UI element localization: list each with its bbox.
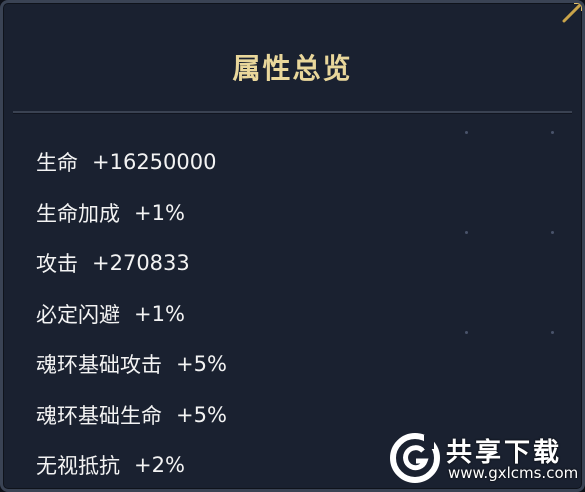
attribute-value: +5% xyxy=(176,402,227,427)
attribute-row: 生命 +16250000 xyxy=(36,137,556,188)
attribute-value: +2% xyxy=(134,453,185,478)
attribute-name: 无视抵抗 xyxy=(36,454,120,479)
attribute-name: 魂环基础攻击 xyxy=(36,353,162,378)
attribute-name: 生命 xyxy=(36,151,78,176)
corner-ornament-icon xyxy=(562,3,582,23)
site-logo-icon xyxy=(390,433,440,483)
decor-dot xyxy=(551,131,554,134)
panel-title: 属性总览 xyxy=(232,52,353,85)
attribute-name: 生命加成 xyxy=(36,201,120,226)
attribute-name: 魂环基础生命 xyxy=(36,403,162,428)
watermark-domain: www.gxlcms.com xyxy=(448,464,579,482)
attribute-row: 生命加成 +1% xyxy=(36,188,556,239)
attribute-value: +16250000 xyxy=(92,150,217,175)
attribute-overview-panel: 属性总览 生命 +16250000 生命加成 +1% 攻击 +270833 必定… xyxy=(0,0,585,492)
attribute-row: 攻击 +270833 xyxy=(36,238,556,289)
attribute-row: 必定闪避 +1% xyxy=(36,289,556,340)
attribute-value: +5% xyxy=(176,352,227,377)
attribute-value: +1% xyxy=(134,301,185,326)
attribute-row: 魂环基础攻击 +5% xyxy=(36,339,556,390)
attribute-name: 攻击 xyxy=(36,252,78,277)
attribute-value: +1% xyxy=(134,200,185,225)
attribute-name: 必定闪避 xyxy=(36,302,120,327)
attribute-value: +270833 xyxy=(92,251,190,276)
decor-dot xyxy=(465,131,468,134)
site-watermark: 共享下载 www.gxlcms.com xyxy=(390,431,579,487)
title-divider xyxy=(13,111,572,114)
